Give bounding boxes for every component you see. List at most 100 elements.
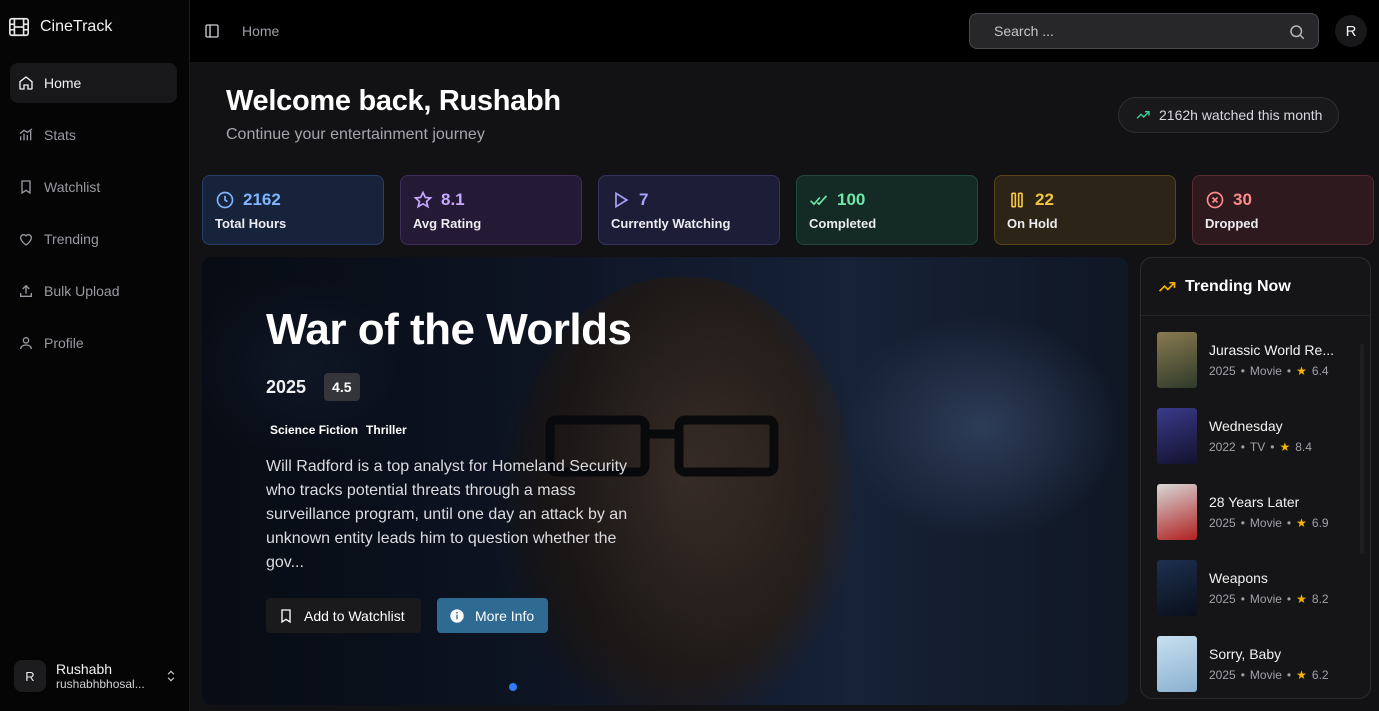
trend-meta: 2025 • Movie • ★ 6.2 xyxy=(1209,668,1329,682)
sidebar-item-label: Trending xyxy=(44,231,99,247)
more-info-label: More Info xyxy=(475,607,535,624)
sidebar-toggle-icon[interactable] xyxy=(204,23,220,39)
stat-card-on-hold: 22 On Hold xyxy=(994,175,1176,245)
trend-rating: 6.9 xyxy=(1311,516,1329,530)
avatar[interactable]: R xyxy=(1335,15,1367,47)
trend-rating: 8.2 xyxy=(1311,592,1329,606)
scrollbar[interactable] xyxy=(1360,344,1364,554)
trending-up-icon xyxy=(1136,111,1150,119)
stat-label: Avg Rating xyxy=(413,216,482,231)
page-subtitle: Continue your entertainment journey xyxy=(226,126,485,143)
hero-actions: Add to Watchlist More Info xyxy=(266,598,548,633)
sidebar: CineTrack Home Stats Watchlist Trending … xyxy=(0,0,190,711)
heart-icon xyxy=(19,234,33,246)
sidebar-item-label: Bulk Upload xyxy=(44,283,120,299)
trend-title: 28 Years Later xyxy=(1209,494,1300,510)
star-icon: ★ xyxy=(1296,668,1307,682)
add-to-watchlist-label: Add to Watchlist xyxy=(304,607,405,624)
stat-label: Total Hours xyxy=(215,216,287,231)
bookmark-icon xyxy=(21,180,31,195)
top-bar: Home R xyxy=(190,0,1379,63)
star-icon: ★ xyxy=(1296,516,1307,530)
stat-card-avg-rating: 8.1 Avg Rating xyxy=(400,175,582,245)
stat-label: Completed xyxy=(809,216,877,231)
trending-list: Jurassic World Re... 2025 • Movie • ★ 6.4 Wed… xyxy=(1141,316,1370,698)
carousel-dot[interactable] xyxy=(509,683,517,691)
stat-card-total-hours: 2162 Total Hours xyxy=(202,175,384,245)
trend-year: 2025 xyxy=(1209,592,1236,606)
search-input[interactable] xyxy=(994,23,1274,39)
pause-icon xyxy=(1011,192,1023,208)
trending-panel: Trending Now Jurassic World Re... 2025 • M… xyxy=(1140,257,1371,699)
star-icon: ★ xyxy=(1279,440,1291,454)
page-title: Welcome back, Rushabh xyxy=(226,85,561,117)
trending-up-icon xyxy=(1158,281,1176,292)
sidebar-item-bulk-upload[interactable]: Bulk Upload xyxy=(10,271,177,311)
trend-meta: 2025 • Movie • ★ 6.4 xyxy=(1209,364,1329,378)
list-item[interactable]: Wednesday 2022 • TV • ★ 8.4 xyxy=(1141,408,1370,484)
user-info: Rushabh rushabhbhosal... xyxy=(56,661,154,691)
sidebar-item-label: Profile xyxy=(44,335,84,351)
stat-value: 30 xyxy=(1233,190,1252,209)
stat-value: 2162 xyxy=(243,190,281,209)
user-icon xyxy=(20,337,32,350)
sidebar-item-profile[interactable]: Profile xyxy=(10,323,177,363)
breadcrumb[interactable]: Home xyxy=(242,23,279,39)
poster xyxy=(1157,636,1197,692)
film-icon xyxy=(9,17,29,37)
trending-title: Trending Now xyxy=(1185,277,1291,295)
stat-label: Currently Watching xyxy=(611,216,731,231)
sidebar-item-label: Watchlist xyxy=(44,179,101,195)
trend-type: Movie xyxy=(1249,516,1282,530)
main-content: Welcome back, Rushabh Continue your ente… xyxy=(190,63,1379,711)
stat-value: 22 xyxy=(1035,190,1054,209)
search-box[interactable] xyxy=(969,13,1319,49)
x-circle-icon xyxy=(1206,191,1224,209)
list-item[interactable]: Jurassic World Re... 2025 • Movie • ★ 6.4 xyxy=(1141,332,1370,408)
welcome-section: Welcome back, Rushabh Continue your ente… xyxy=(226,85,561,144)
list-item[interactable]: Sorry, Baby 2025 • Movie • ★ 6.2 xyxy=(1141,636,1370,698)
check-double-icon xyxy=(810,195,828,206)
user-menu[interactable]: R Rushabh rushabhbhosal... xyxy=(14,660,178,692)
play-icon xyxy=(615,191,629,209)
bar-chart-icon xyxy=(19,128,33,141)
trend-meta: 2022 • TV • ★ 8.4 xyxy=(1209,440,1312,454)
hero-rating-badge: 4.5 xyxy=(324,373,360,401)
hero-year: 2025 xyxy=(266,376,307,397)
add-to-watchlist-button[interactable]: Add to Watchlist xyxy=(266,598,421,633)
sidebar-item-label: Stats xyxy=(44,127,76,143)
trend-title: Wednesday xyxy=(1209,418,1283,434)
list-item[interactable]: 28 Years Later 2025 • Movie • ★ 6.9 xyxy=(1141,484,1370,560)
trend-year: 2022 xyxy=(1209,440,1236,454)
poster xyxy=(1157,408,1197,464)
hero-meta: 2025 4.5 xyxy=(266,373,638,401)
sidebar-item-stats[interactable]: Stats xyxy=(10,115,177,155)
poster xyxy=(1157,332,1197,388)
sidebar-item-trending[interactable]: Trending xyxy=(10,219,177,259)
trend-rating: 6.2 xyxy=(1311,668,1329,682)
more-info-button[interactable]: More Info xyxy=(437,598,548,633)
star-icon: ★ xyxy=(1296,592,1307,606)
hero-title: War of the Worlds xyxy=(266,305,632,354)
user-name: Rushabh xyxy=(56,661,113,677)
hero-description: Will Radford is a top analyst for Homela… xyxy=(266,458,628,571)
stat-value: 8.1 xyxy=(441,190,465,209)
hero-banner[interactable]: War of the Worlds 2025 4.5 Science Ficti… xyxy=(202,257,1128,705)
list-item[interactable]: Weapons 2025 • Movie • ★ 8.2 xyxy=(1141,560,1370,636)
brand[interactable]: CineTrack xyxy=(8,16,112,38)
chevrons-up-down-icon xyxy=(167,670,175,682)
trend-type: TV xyxy=(1249,440,1266,454)
trend-meta: 2025 • Movie • ★ 6.9 xyxy=(1209,516,1329,530)
trend-year: 2025 xyxy=(1209,516,1236,530)
sidebar-item-home[interactable]: Home xyxy=(10,63,177,103)
bookmark-icon xyxy=(281,608,291,623)
stats-row: 2162 Total Hours 8.1 Avg Rating 7 Curren… xyxy=(202,175,1374,245)
trend-year: 2025 xyxy=(1209,668,1236,682)
stat-value: 7 xyxy=(639,190,649,209)
hero-content: War of the Worlds 2025 4.5 Science Ficti… xyxy=(266,305,638,575)
stat-card-currently-watching: 7 Currently Watching xyxy=(598,175,780,245)
trend-year: 2025 xyxy=(1209,364,1236,378)
sidebar-item-watchlist[interactable]: Watchlist xyxy=(10,167,177,207)
search-icon[interactable] xyxy=(1288,23,1306,41)
info-icon xyxy=(450,608,464,623)
